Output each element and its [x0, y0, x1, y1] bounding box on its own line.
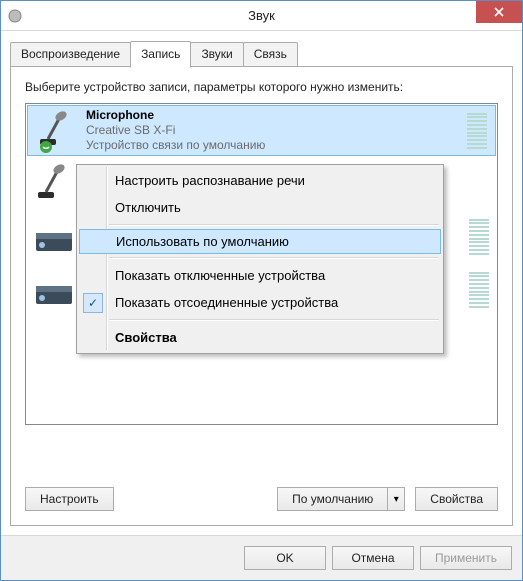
sound-dialog: Звук Воспроизведение Запись Звуки Связь … — [0, 0, 523, 581]
tab-sounds[interactable]: Звуки — [190, 42, 243, 67]
microphone-icon — [32, 107, 80, 155]
level-meter — [469, 270, 489, 310]
window-title: Звук — [248, 8, 275, 23]
cm-item-properties[interactable]: Свойства — [79, 324, 441, 351]
cancel-button[interactable]: Отмена — [332, 546, 414, 570]
check-icon: ✓ — [83, 293, 103, 313]
panel-buttons: Настроить По умолчанию ▾ Свойства — [25, 473, 498, 511]
device-text: Microphone Creative SB X-Fi Устройство с… — [86, 108, 467, 153]
dialog-buttons: OK Отмена Применить — [1, 535, 522, 580]
microphone-icon — [30, 160, 78, 208]
context-menu: Настроить распознавание речи Отключить И… — [76, 164, 444, 354]
close-icon — [494, 7, 504, 17]
device-row-microphone[interactable]: Microphone Creative SB X-Fi Устройство с… — [27, 105, 496, 156]
ok-button[interactable]: OK — [244, 546, 326, 570]
set-default-splitbutton: По умолчанию ▾ — [277, 487, 405, 511]
cm-item-disable[interactable]: Отключить — [79, 194, 441, 221]
apply-button[interactable]: Применить — [420, 546, 512, 570]
menu-separator — [109, 319, 439, 321]
device-icon — [30, 213, 78, 261]
level-meter — [467, 111, 487, 151]
device-list[interactable]: Microphone Creative SB X-Fi Устройство с… — [25, 103, 498, 425]
properties-button[interactable]: Свойства — [415, 487, 498, 511]
cm-item-speech-recognition[interactable]: Настроить распознавание речи — [79, 167, 441, 194]
level-meter — [469, 217, 489, 257]
configure-button[interactable]: Настроить — [25, 487, 114, 511]
app-icon — [7, 8, 23, 24]
tab-communications[interactable]: Связь — [243, 42, 298, 67]
cm-item-set-default[interactable]: Использовать по умолчанию — [79, 229, 441, 254]
device-icon — [30, 266, 78, 314]
close-button[interactable] — [476, 1, 522, 23]
chevron-down-icon: ▾ — [394, 494, 399, 505]
tab-playback[interactable]: Воспроизведение — [10, 42, 131, 67]
device-driver: Creative SB X-Fi — [86, 123, 467, 138]
tab-recording[interactable]: Запись — [130, 41, 191, 68]
menu-separator — [109, 224, 439, 226]
device-name: Microphone — [86, 108, 467, 123]
set-default-button[interactable]: По умолчанию — [277, 487, 387, 511]
device-status: Устройство связи по умолчанию — [86, 138, 467, 153]
cm-item-show-disconnected[interactable]: ✓ Показать отсоединенные устройства — [79, 289, 441, 316]
set-default-dropdown[interactable]: ▾ — [387, 487, 405, 511]
titlebar: Звук — [1, 1, 522, 31]
instruction-text: Выберите устройство записи, параметры ко… — [25, 79, 498, 95]
menu-separator — [109, 257, 439, 259]
tabstrip: Воспроизведение Запись Звуки Связь — [10, 40, 513, 67]
tabpanel-recording: Выберите устройство записи, параметры ко… — [10, 66, 513, 526]
content-area: Воспроизведение Запись Звуки Связь Выбер… — [1, 31, 522, 535]
cm-item-show-disabled[interactable]: Показать отключенные устройства — [79, 262, 441, 289]
